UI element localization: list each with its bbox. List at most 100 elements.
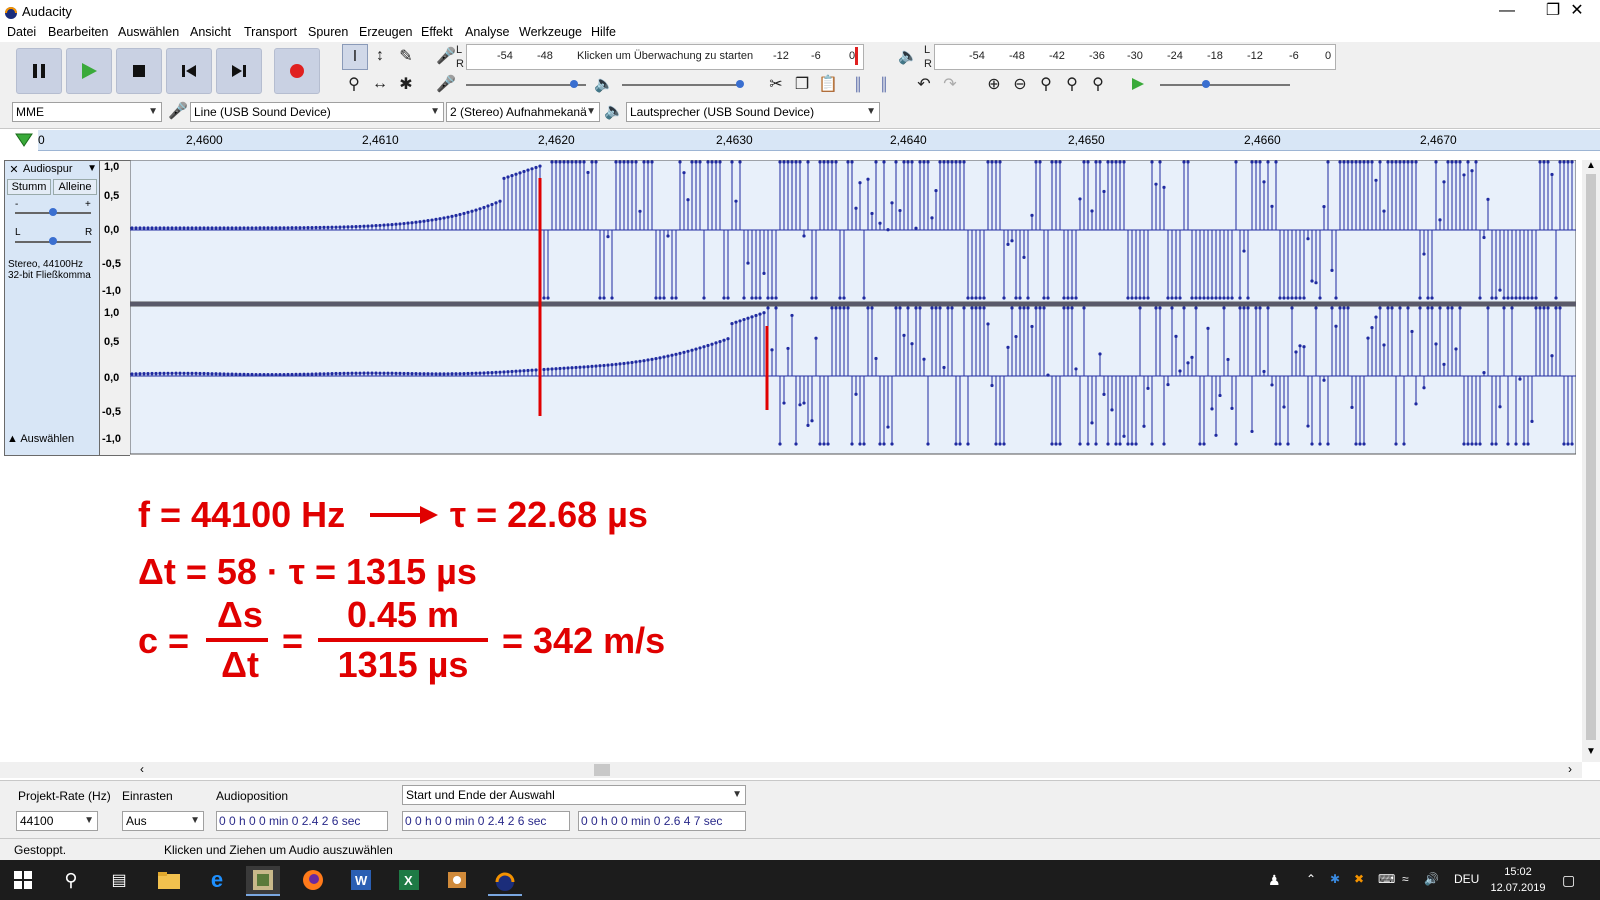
selection-tool[interactable]: I bbox=[342, 44, 368, 70]
tray-app-icon[interactable]: ✖ bbox=[1354, 872, 1364, 886]
slider-thumb[interactable] bbox=[570, 80, 578, 88]
undo-button[interactable]: ↶ bbox=[912, 72, 936, 96]
input-device-select[interactable]: Line (USB Sound Device) ▼ bbox=[190, 102, 444, 122]
pan-slider[interactable] bbox=[15, 237, 91, 245]
zoom-out-button[interactable]: ⊖ bbox=[1008, 72, 1032, 96]
menu-effekt[interactable]: Effekt bbox=[421, 25, 453, 39]
slider-thumb[interactable] bbox=[736, 80, 744, 88]
skip-end-button[interactable] bbox=[216, 48, 262, 94]
zoom-in-button[interactable]: ⊕ bbox=[982, 72, 1006, 96]
slider-thumb[interactable] bbox=[49, 208, 57, 216]
zoom-toggle-button[interactable]: ⚲ bbox=[1086, 72, 1110, 96]
project-rate-select[interactable]: 44100 ▼ bbox=[16, 811, 98, 831]
word-button[interactable]: W bbox=[344, 866, 378, 894]
active-app-button[interactable] bbox=[246, 866, 280, 896]
vertical-ruler[interactable]: 1,0 0,5 0,0 -0,5 -1,0 1,0 0,5 0,0 -0,5 -… bbox=[100, 160, 130, 456]
slider-thumb[interactable] bbox=[1202, 80, 1210, 88]
stop-button[interactable] bbox=[116, 48, 162, 94]
snap-select[interactable]: Aus ▼ bbox=[122, 811, 204, 831]
copy-button[interactable]: ❐ bbox=[790, 72, 814, 96]
menu-hilfe[interactable]: Hilfe bbox=[591, 25, 616, 39]
menu-werkzeuge[interactable]: Werkzeuge bbox=[519, 25, 582, 39]
channels-select[interactable]: 2 (Stereo) Aufnahmekanä ▼ bbox=[446, 102, 600, 122]
tool-app-button[interactable] bbox=[440, 866, 474, 894]
language-indicator[interactable]: DEU bbox=[1454, 872, 1479, 886]
fit-project-button[interactable]: ⚲ bbox=[1060, 72, 1084, 96]
silence-button[interactable]: ∥ bbox=[872, 72, 896, 96]
record-meter[interactable]: -54 -48 Klicken um Überwachung zu starte… bbox=[466, 44, 864, 70]
minimize-button[interactable]: — bbox=[1484, 0, 1530, 24]
play-at-speed-button[interactable] bbox=[1126, 72, 1150, 96]
output-volume-slider[interactable] bbox=[622, 80, 744, 88]
skip-start-button[interactable] bbox=[166, 48, 212, 94]
clock[interactable]: 15:02 12.07.2019 bbox=[1488, 864, 1548, 896]
selection-start-field[interactable]: 0 0 h 0 0 min 0 2.4 2 6 sec bbox=[402, 811, 570, 831]
ie-button[interactable]: e bbox=[200, 866, 234, 894]
playback-meter[interactable]: -54 -48 -42 -36 -30 -24 -18 -12 -6 0 bbox=[934, 44, 1336, 70]
menu-analyse[interactable]: Analyse bbox=[465, 25, 509, 39]
volume-icon[interactable]: 🔊 bbox=[1424, 872, 1439, 886]
zoom-tool[interactable]: ⚲ bbox=[342, 72, 366, 96]
people-icon[interactable]: ♟ bbox=[1268, 872, 1281, 889]
menu-ansicht[interactable]: Ansicht bbox=[190, 25, 231, 39]
play-speed-slider[interactable] bbox=[1160, 80, 1290, 88]
scroll-up-icon[interactable]: ▲ bbox=[1586, 160, 1596, 171]
close-track-button[interactable]: ✕ bbox=[7, 163, 21, 177]
waveform-canvas[interactable] bbox=[130, 160, 1576, 456]
waveform-area[interactable]: 1,0 0,5 0,0 -0,5 -1,0 1,0 0,5 0,0 -0,5 -… bbox=[100, 160, 1576, 456]
play-button[interactable] bbox=[66, 48, 112, 94]
output-device-select[interactable]: Lautsprecher (USB Sound Device) ▼ bbox=[626, 102, 880, 122]
task-view-button[interactable]: ▤ bbox=[102, 866, 136, 894]
envelope-tool[interactable]: ↕ bbox=[368, 44, 392, 68]
search-button[interactable]: ⚲ bbox=[54, 866, 88, 894]
close-button[interactable]: ✕ bbox=[1554, 0, 1600, 24]
timeline-options-icon[interactable] bbox=[14, 132, 34, 148]
input-method-icon[interactable]: ⌨ bbox=[1378, 872, 1395, 886]
vertical-scrollbar[interactable]: ▲ ▼ bbox=[1582, 160, 1600, 762]
audacity-taskbar-button[interactable] bbox=[488, 866, 522, 896]
scroll-left-icon[interactable]: ‹ bbox=[140, 762, 144, 776]
track-menu-button[interactable]: Audiospur ▼ bbox=[23, 163, 97, 177]
paste-button[interactable]: 📋 bbox=[816, 72, 840, 96]
notifications-icon[interactable]: ▢ bbox=[1562, 872, 1575, 889]
multi-tool[interactable]: ✱ bbox=[394, 72, 418, 96]
timeshift-tool[interactable]: ↔ bbox=[368, 72, 392, 96]
cut-button[interactable]: ✂ bbox=[764, 72, 788, 96]
gain-slider[interactable] bbox=[15, 208, 91, 216]
menu-bearbeiten[interactable]: Bearbeiten bbox=[48, 25, 108, 39]
record-meter-button[interactable]: 🎤 bbox=[434, 44, 458, 68]
chevron-up-icon[interactable]: ⌃ bbox=[1306, 872, 1316, 886]
audio-host-select[interactable]: MME ▼ bbox=[12, 102, 162, 122]
scroll-thumb[interactable] bbox=[1586, 174, 1596, 740]
playback-meter-button[interactable]: 🔈 bbox=[896, 44, 920, 68]
horizontal-scrollbar[interactable]: ‹ › bbox=[0, 762, 1582, 778]
redo-button[interactable]: ↷ bbox=[938, 72, 962, 96]
menu-spuren[interactable]: Spuren bbox=[308, 25, 348, 39]
scroll-thumb[interactable] bbox=[594, 764, 610, 776]
mute-button[interactable]: Stumm bbox=[7, 179, 51, 195]
scroll-right-icon[interactable]: › bbox=[1568, 762, 1572, 776]
firefox-button[interactable] bbox=[296, 866, 330, 894]
excel-button[interactable]: X bbox=[392, 866, 426, 894]
slider-thumb[interactable] bbox=[49, 237, 57, 245]
menu-erzeugen[interactable]: Erzeugen bbox=[359, 25, 413, 39]
audio-position-field[interactable]: 0 0 h 0 0 min 0 2.4 2 6 sec bbox=[216, 811, 388, 831]
selection-mode-select[interactable]: Start und Ende der Auswahl ▼ bbox=[402, 785, 746, 805]
menu-transport[interactable]: Transport bbox=[244, 25, 297, 39]
timeline-ruler[interactable]: 0 2,4600 2,4610 2,4620 2,4630 2,4640 2,4… bbox=[38, 130, 1600, 151]
selection-end-field[interactable]: 0 0 h 0 0 min 0 2.6 4 7 sec bbox=[578, 811, 746, 831]
bluetooth-icon[interactable]: ✱ bbox=[1330, 872, 1340, 886]
explorer-button[interactable] bbox=[152, 866, 186, 894]
solo-button[interactable]: Alleine bbox=[53, 179, 97, 195]
network-icon[interactable]: ≈ bbox=[1402, 872, 1409, 886]
input-volume-slider[interactable] bbox=[466, 80, 586, 88]
scroll-down-icon[interactable]: ▼ bbox=[1586, 746, 1596, 757]
draw-tool[interactable]: ✎ bbox=[394, 44, 418, 68]
select-track-button[interactable]: ▲ Auswählen bbox=[7, 433, 97, 449]
start-button[interactable] bbox=[6, 866, 40, 894]
menu-datei[interactable]: Datei bbox=[7, 25, 36, 39]
pause-button[interactable] bbox=[16, 48, 62, 94]
record-button[interactable] bbox=[274, 48, 320, 94]
menu-auswaehlen[interactable]: Auswählen bbox=[118, 25, 179, 39]
fit-selection-button[interactable]: ⚲ bbox=[1034, 72, 1058, 96]
